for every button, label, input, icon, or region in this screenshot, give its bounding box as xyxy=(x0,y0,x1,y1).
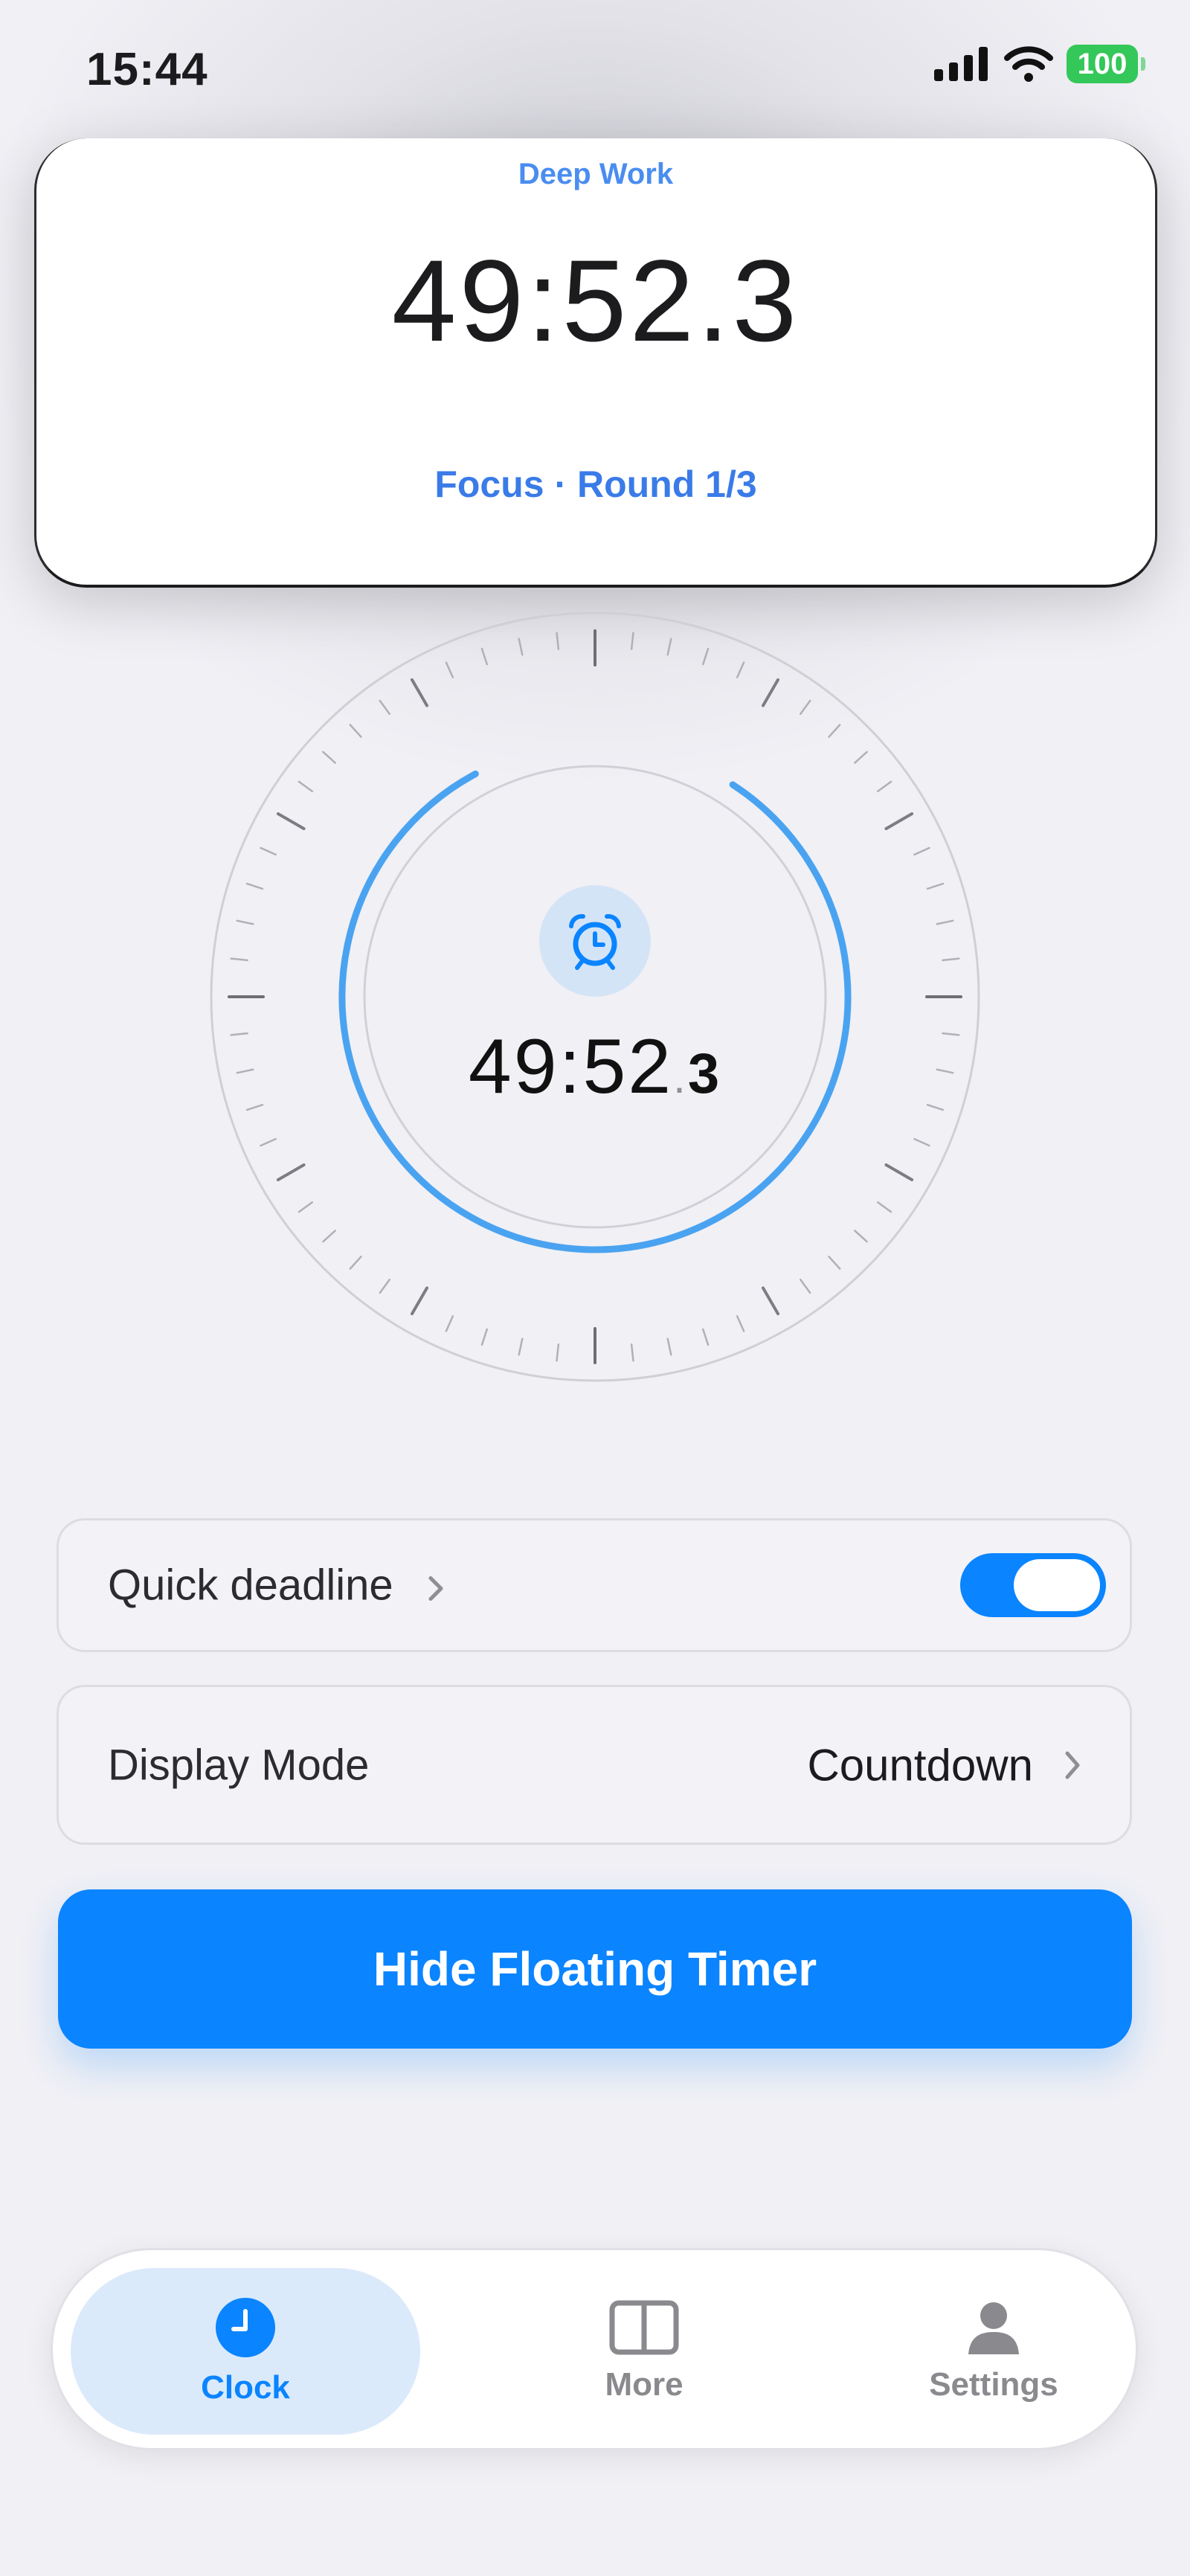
dial-time: 49:52.3 xyxy=(208,1023,982,1111)
dial-tick xyxy=(926,882,945,890)
display-mode-value: Countdown xyxy=(807,1740,1033,1790)
dial-tick xyxy=(736,1315,745,1332)
dial-tick xyxy=(349,724,362,738)
dial-tick xyxy=(666,1337,672,1356)
tab-settings[interactable]: Settings xyxy=(819,2268,1168,2435)
dial-tick xyxy=(854,1230,868,1243)
timer-dial xyxy=(210,611,980,1382)
dial-tick xyxy=(701,1328,710,1346)
dial-tick xyxy=(800,1278,811,1294)
alarm-badge xyxy=(539,885,651,997)
clock-icon xyxy=(216,2298,275,2357)
quick-deadline-row[interactable]: Quick deadline xyxy=(57,1518,1132,1652)
dial-tick xyxy=(736,661,745,678)
dial-tick xyxy=(480,1328,489,1346)
dial-tick xyxy=(556,632,560,650)
progress-ring xyxy=(338,770,852,1253)
tab-clock-label: Clock xyxy=(201,2369,290,2406)
dial-tick xyxy=(298,780,314,792)
display-mode-row[interactable]: Display Mode Countdown xyxy=(57,1685,1132,1845)
dial-tick xyxy=(884,1163,914,1181)
status-bar: 15:44 100 xyxy=(0,0,1190,141)
dial-tick xyxy=(884,812,914,830)
dial-tick xyxy=(828,1256,841,1270)
dial-tick xyxy=(762,1286,779,1316)
dial-tick xyxy=(913,1137,930,1147)
dial-tick xyxy=(854,751,868,764)
status-time: 15:44 xyxy=(86,44,208,95)
signal-icon xyxy=(934,47,988,81)
dial-tick xyxy=(245,882,264,890)
dial-tick xyxy=(411,678,428,707)
dial-time-tenth: 3 xyxy=(687,1042,722,1105)
dial-tick xyxy=(518,637,524,656)
status-icons: 100 xyxy=(934,45,1145,83)
dial-tick xyxy=(445,1315,454,1332)
dial-tick xyxy=(828,724,841,738)
alarm-clock-icon xyxy=(569,913,621,970)
dial-tick xyxy=(630,632,634,650)
dial-tick xyxy=(411,1286,428,1316)
floating-timer-card[interactable]: Deep Work 49:52.3 Focus · Round 1/3 xyxy=(34,138,1157,588)
floating-timer-time: 49:52.3 xyxy=(391,237,800,366)
dial-tick xyxy=(260,847,277,856)
chevron-right-icon xyxy=(1065,1751,1080,1779)
floating-timer-subtitle: Focus · Round 1/3 xyxy=(434,463,757,505)
tab-settings-label: Settings xyxy=(929,2366,1058,2403)
quick-deadline-text: Quick deadline xyxy=(108,1561,393,1610)
quick-deadline-toggle[interactable] xyxy=(960,1553,1106,1617)
dial-tick xyxy=(518,1337,524,1356)
dial-tick xyxy=(876,1201,892,1213)
dial-time-main: 49:52 xyxy=(468,1024,674,1110)
dial-tick xyxy=(701,647,710,666)
dial-tick xyxy=(260,1137,277,1147)
dial-tick xyxy=(276,1163,306,1181)
dial-tick xyxy=(349,1256,362,1270)
floating-timer-title: Deep Work xyxy=(518,158,674,190)
split-view-icon xyxy=(609,2300,679,2355)
dial-tick xyxy=(322,1230,336,1243)
dial-tick xyxy=(630,1343,634,1362)
wifi-icon xyxy=(1004,46,1053,82)
dial-tick xyxy=(556,1343,560,1362)
quick-deadline-label: Quick deadline xyxy=(108,1561,447,1610)
dial-tick xyxy=(936,919,954,925)
dial-tick xyxy=(322,751,336,764)
hide-floating-timer-button[interactable]: Hide Floating Timer xyxy=(58,1889,1132,2049)
dial-tick xyxy=(445,661,454,678)
dial-time-separator: . xyxy=(673,1053,688,1102)
dial-tick xyxy=(480,647,489,666)
person-icon xyxy=(968,2302,1019,2354)
tab-clock[interactable]: Clock xyxy=(71,2268,420,2435)
dial-tick xyxy=(230,957,248,962)
dial-tick xyxy=(379,699,390,716)
chevron-right-icon[interactable] xyxy=(425,1573,447,1603)
dial-tick xyxy=(913,847,930,856)
dial-tick xyxy=(800,699,811,716)
dial-tick xyxy=(762,678,779,707)
dial-tick xyxy=(942,957,960,962)
dial-tick xyxy=(379,1278,390,1294)
dial-tick xyxy=(298,1201,314,1213)
dial-tick xyxy=(276,812,306,830)
dial-tick xyxy=(236,919,254,925)
dial-tick xyxy=(876,780,892,792)
tab-bar: Clock More Settings xyxy=(51,2248,1138,2450)
battery-icon: 100 xyxy=(1067,45,1145,83)
tab-more[interactable]: More xyxy=(469,2268,819,2435)
toggle-knob xyxy=(1014,1559,1100,1611)
dial-tick xyxy=(666,637,672,656)
tab-more-label: More xyxy=(605,2366,684,2403)
display-mode-label: Display Mode xyxy=(108,1741,370,1789)
